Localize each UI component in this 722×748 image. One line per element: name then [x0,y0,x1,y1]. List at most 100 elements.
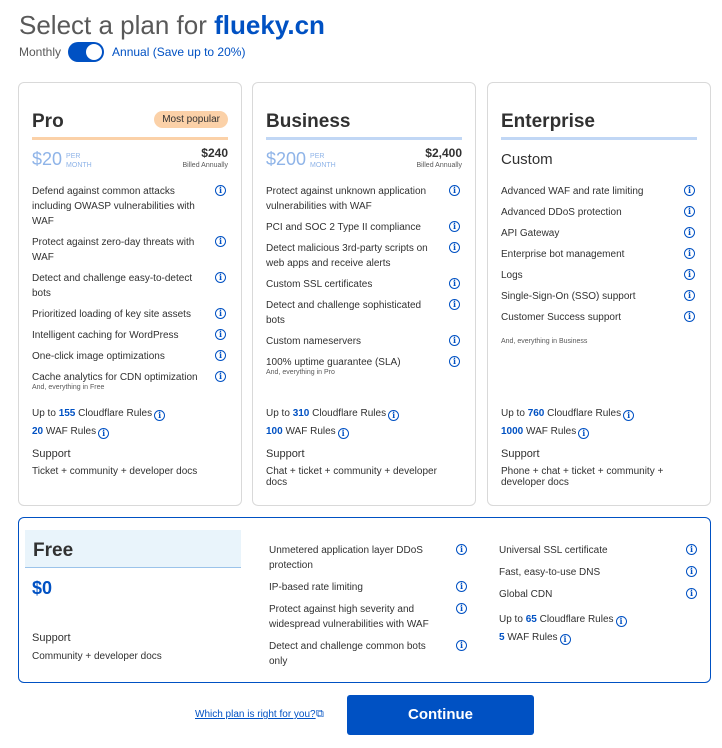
everything-in-note: And, everything in Business [501,338,588,345]
plan-price: $20 PER MONTH [32,149,92,170]
most-popular-badge: Most popular [154,111,228,128]
feature-list: Protect against unknown application vuln… [266,184,462,376]
cloudflare-rules-line: Up to 65 Cloudflare Rules i [499,611,627,629]
feature-text: Global CDN [499,589,553,600]
info-icon[interactable]: i [388,410,400,421]
feature-text: Custom nameservers [266,336,362,347]
plan-divider [32,137,228,140]
waf-suffix: WAF Rules [526,426,577,437]
everything-in-note: And, everything in Free [32,384,105,391]
feature-text: Protect against unknown application vuln… [266,186,427,212]
feature-text: Unmetered application layer DDoS protect… [269,545,423,571]
feature-item: PCI and SOC 2 Type II compliance i [266,220,462,235]
info-icon[interactable]: i [449,185,460,196]
info-icon[interactable]: i [215,185,226,196]
rules-summary: Up to 760 Cloudflare Rules i 1000 WAF Rul… [501,405,635,441]
feature-list: Defend against common attacks including … [32,184,228,391]
billed-total: $240 [201,146,228,160]
per-label: PER [66,153,81,160]
feature-item: Protect against high severity and widesp… [269,602,469,632]
plan-name: Business [266,111,351,132]
info-icon[interactable]: i [578,428,590,439]
info-icon[interactable]: i [686,566,697,577]
rules-prefix: Up to [32,408,56,419]
info-icon[interactable]: i [215,350,226,361]
cloudflare-rules-line: Up to 760 Cloudflare Rules i [501,405,635,423]
info-icon[interactable]: i [98,428,110,439]
feature-text: API Gateway [501,228,560,239]
info-icon[interactable]: i [337,428,349,439]
info-icon[interactable]: i [215,371,226,382]
feature-text: Universal SSL certificate [499,545,608,556]
info-icon[interactable]: i [449,335,460,346]
support-label: Support [32,448,71,460]
info-icon[interactable]: i [215,236,226,247]
info-icon[interactable]: i [615,616,627,627]
info-icon[interactable]: i [449,299,460,310]
feature-item: Detect and challenge sophisticated bots i [266,298,462,328]
info-icon[interactable]: i [456,544,467,555]
feature-text: PCI and SOC 2 Type II compliance [266,222,421,233]
feature-text: 100% uptime guarantee (SLA) [266,357,401,368]
plan-card-pro[interactable]: Pro Most popular $20 PER MONTH $240 Bille… [18,82,242,506]
info-icon[interactable]: i [449,221,460,232]
plan-card-business[interactable]: Business $200 PER MONTH $2,400 Billed Ann… [252,82,476,506]
info-icon[interactable]: i [684,248,695,259]
plan-divider [501,137,697,140]
rules-summary: Up to 310 Cloudflare Rules i 100 WAF Rule… [266,405,400,441]
info-icon[interactable]: i [154,410,166,421]
feature-item: Detect and challenge common bots only i [269,639,469,669]
feature-text: Detect and challenge easy-to-detect bots [32,273,193,299]
feature-item: Custom nameservers i [266,334,462,349]
plan-name: Free [33,540,74,561]
rules-suffix: Cloudflare Rules [312,408,387,419]
support-label: Support [501,448,540,460]
custom-price: Custom [501,151,553,168]
feature-text: Cache analytics for CDN optimization [32,372,198,383]
info-icon[interactable]: i [684,206,695,217]
info-icon[interactable]: i [215,329,226,340]
monthly-label: Monthly [19,45,62,59]
info-icon[interactable]: i [686,544,697,555]
feature-text: Enterprise bot management [501,249,625,260]
info-icon[interactable]: i [456,640,467,651]
plan-name: Enterprise [501,111,595,132]
waf-count: 20 [32,426,44,437]
info-icon[interactable]: i [684,227,695,238]
waf-count: 1000 [501,426,524,437]
continue-button[interactable]: Continue [347,695,534,735]
support-label: Support [266,448,305,460]
info-icon[interactable]: i [623,410,635,421]
info-icon[interactable]: i [215,308,226,319]
support-label: Support [32,632,71,644]
annual-label: Annual (Save up to 20%) [112,45,246,59]
info-icon[interactable]: i [449,356,460,367]
info-icon[interactable]: i [684,269,695,280]
feature-text: Detect and challenge common bots only [269,641,426,667]
rules-prefix: Up to [499,614,523,625]
info-icon[interactable]: i [449,278,460,289]
rules-summary: Up to 155 Cloudflare Rules i 20 WAF Rules… [32,405,166,441]
rules-suffix: Cloudflare Rules [539,614,614,625]
info-icon[interactable]: i [684,311,695,322]
info-icon[interactable]: i [559,634,571,645]
title-prefix: Select a plan for [19,10,215,40]
feature-item: Single-Sign-On (SSO) support i [501,289,697,304]
which-plan-link[interactable]: Which plan is right for you? [195,709,316,720]
info-icon[interactable]: i [449,242,460,253]
billing-cycle-toggle[interactable] [68,42,105,62]
feature-list: Advanced WAF and rate limiting i Advanced… [501,184,697,331]
info-icon[interactable]: i [456,581,467,592]
waf-rules-line: 1000 WAF Rules i [501,423,634,441]
info-icon[interactable]: i [215,272,226,283]
feature-item: Global CDN i [499,587,699,602]
info-icon[interactable]: i [684,290,695,301]
external-link-icon[interactable]: ⧉ [316,708,324,721]
info-icon[interactable]: i [684,185,695,196]
rules-prefix: Up to [501,408,525,419]
info-icon[interactable]: i [456,603,467,614]
plan-card-free[interactable]: Free $0 Support Community + developer do… [18,517,711,683]
toggle-knob [86,44,103,60]
plan-card-enterprise[interactable]: Enterprise Custom Advanced WAF and rate … [487,82,711,506]
info-icon[interactable]: i [686,588,697,599]
